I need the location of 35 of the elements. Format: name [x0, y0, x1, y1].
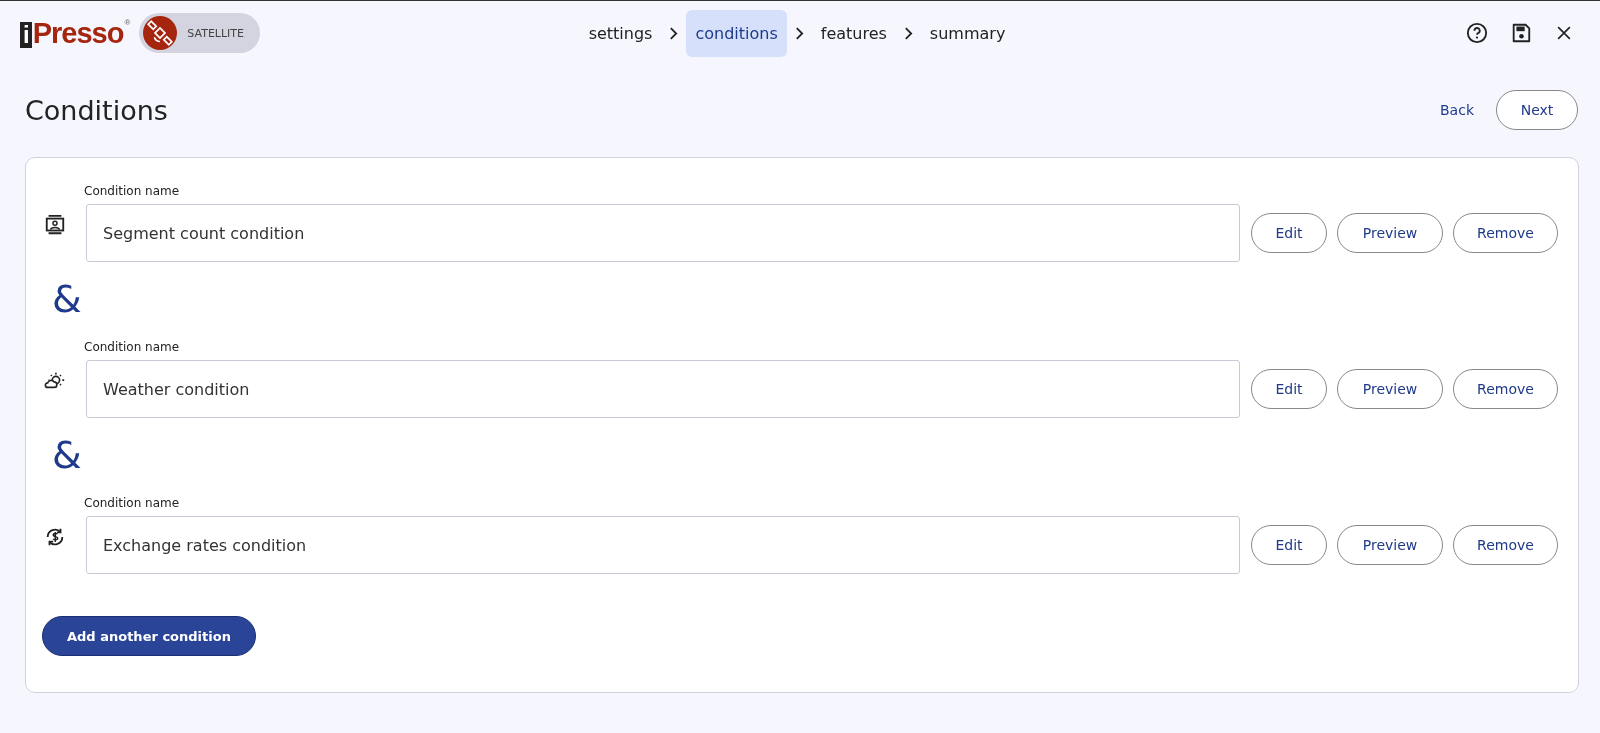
satellite-icon — [143, 16, 178, 50]
chevron-icon — [903, 26, 913, 40]
step-tab[interactable]: settings — [579, 9, 662, 57]
logo: i Presso$^{®}$ — [20, 18, 130, 48]
chevron-icon — [669, 26, 679, 40]
mode-badge: SATELLITE — [139, 13, 260, 53]
next-button[interactable]: Next — [1496, 90, 1578, 130]
step-tab[interactable]: features — [811, 9, 896, 57]
condition-action-button[interactable]: Remove — [1453, 213, 1558, 253]
back-button[interactable]: Back — [1434, 101, 1480, 119]
condition-name-field[interactable]: Weather condition — [86, 360, 1240, 418]
save-icon[interactable] — [1510, 22, 1532, 44]
condition-action-button[interactable]: Remove — [1453, 525, 1558, 565]
condition-action-button[interactable]: Edit — [1251, 369, 1327, 409]
condition-action-button[interactable]: Edit — [1251, 525, 1327, 565]
condition-name-field[interactable]: Exchange rates condition — [86, 516, 1240, 574]
step-tab[interactable]: conditions — [686, 9, 787, 57]
condition-action-button[interactable]: Preview — [1337, 213, 1443, 253]
condition-action-button[interactable]: Preview — [1337, 369, 1443, 409]
add-condition-button[interactable]: Add another condition — [42, 616, 256, 656]
field-label: Condition name — [84, 496, 180, 510]
condition-action-button[interactable]: Edit — [1251, 213, 1327, 253]
condition-action-button[interactable]: Remove — [1453, 369, 1558, 409]
page-title: Conditions — [25, 94, 168, 126]
field-label: Condition name — [84, 340, 180, 354]
and-connector: & — [52, 280, 82, 318]
step-tab[interactable]: summary — [920, 9, 1015, 57]
condition-name-field[interactable]: Segment count condition — [86, 204, 1240, 262]
person-card-icon — [44, 214, 66, 236]
chevron-icon — [794, 26, 804, 40]
and-connector: & — [52, 436, 82, 474]
help-icon[interactable] — [1466, 22, 1488, 44]
currency-exchange-icon — [44, 526, 66, 548]
condition-action-button[interactable]: Preview — [1337, 525, 1443, 565]
field-label: Condition name — [84, 184, 180, 198]
